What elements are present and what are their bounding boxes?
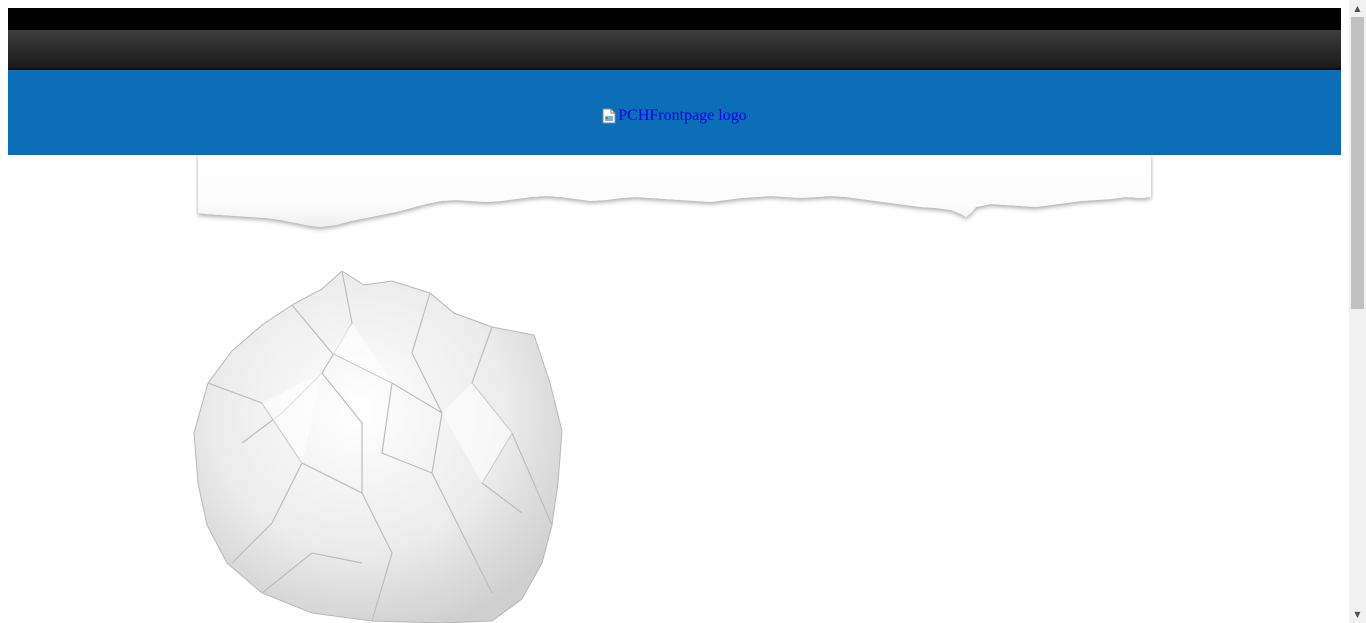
crumpled-paper-image bbox=[193, 270, 563, 623]
broken-image-icon bbox=[602, 108, 616, 124]
logo-alt-text: PCHFrontpage logo bbox=[618, 106, 747, 124]
scroll-thumb[interactable] bbox=[1351, 17, 1364, 309]
scroll-down-arrow-icon[interactable]: ▼ bbox=[1349, 606, 1366, 623]
logo-link[interactable]: PCHFrontpage logo bbox=[602, 106, 747, 125]
vertical-scrollbar[interactable]: ▲ ▼ bbox=[1349, 0, 1366, 623]
site-header: PCHFrontpage logo bbox=[8, 70, 1341, 155]
page: PCHFrontpage logo bbox=[8, 8, 1341, 623]
torn-paper-banner bbox=[198, 155, 1151, 227]
scroll-up-arrow-icon[interactable]: ▲ bbox=[1349, 0, 1366, 17]
navigation-bar bbox=[8, 30, 1341, 70]
top-black-strip bbox=[8, 8, 1341, 30]
